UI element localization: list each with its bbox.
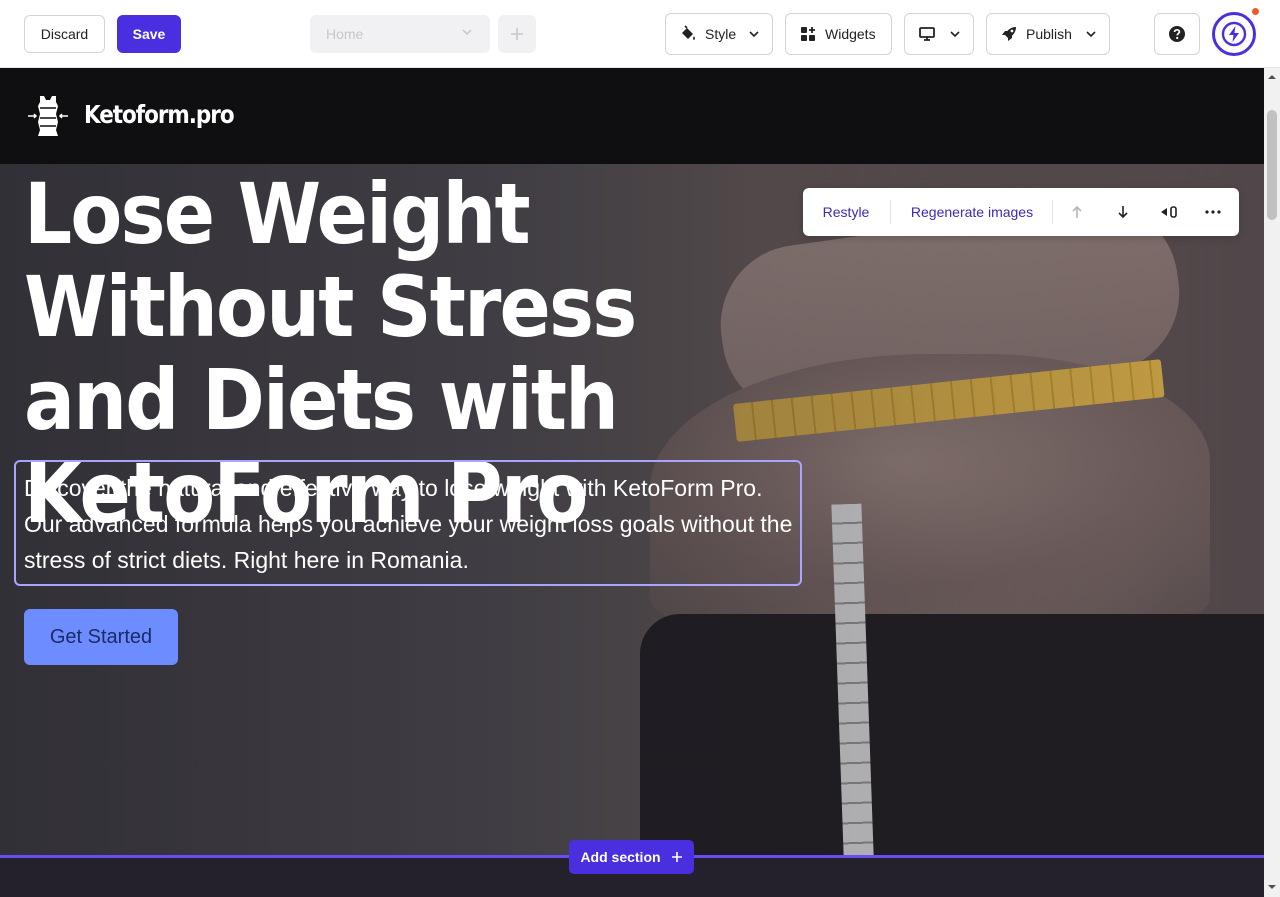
more-options-button[interactable] — [1195, 188, 1231, 236]
add-section-label: Add section — [580, 849, 661, 865]
save-button[interactable]: Save — [117, 15, 181, 53]
scrollbar-thumb[interactable] — [1267, 110, 1277, 220]
publish-label: Publish — [1026, 26, 1072, 42]
notification-dot — [1250, 6, 1261, 17]
move-section-up-button[interactable] — [1059, 188, 1095, 236]
site-canvas: Ketoform.pro Lose Weight Without Stress … — [0, 68, 1264, 897]
paint-bucket-icon — [682, 25, 695, 40]
editor-toolbar: Discard Save Home Style Widgets Publish — [0, 0, 1280, 68]
logo-icon — [28, 96, 68, 136]
device-preview-button[interactable] — [904, 13, 974, 55]
chevron-down-icon — [950, 31, 960, 38]
more-icon — [1205, 210, 1221, 214]
style-button[interactable]: Style — [665, 13, 773, 55]
page-select-value: Home — [326, 26, 364, 42]
toggle-section-button[interactable] — [1149, 188, 1189, 236]
help-button[interactable] — [1154, 13, 1200, 55]
style-label: Style — [705, 26, 737, 42]
widgets-label: Widgets — [825, 26, 876, 42]
hero-section[interactable]: Lose Weight Without Stress and Diets wit… — [0, 164, 1264, 857]
ai-assistant-button[interactable] — [1212, 12, 1256, 56]
restyle-button[interactable]: Restyle — [803, 188, 889, 236]
hero-description[interactable]: Discover the natural and effective way t… — [24, 470, 799, 578]
plus-icon — [671, 852, 682, 862]
toolbar-divider — [1052, 200, 1053, 224]
desktop-icon — [919, 27, 935, 41]
scroll-down-icon[interactable] — [1268, 883, 1276, 891]
help-icon — [1169, 26, 1185, 42]
lightning-icon — [1221, 21, 1247, 47]
discard-button[interactable]: Discard — [24, 15, 105, 53]
scroll-up-icon[interactable] — [1268, 73, 1276, 81]
rocket-icon — [1002, 27, 1016, 41]
widgets-button[interactable]: Widgets — [785, 13, 892, 55]
add-page-button[interactable] — [498, 15, 536, 53]
hide-icon — [1161, 206, 1177, 218]
get-started-button[interactable]: Get Started — [24, 609, 178, 665]
move-section-down-button[interactable] — [1105, 188, 1141, 236]
page-select[interactable]: Home — [310, 15, 490, 53]
chevron-down-icon — [749, 31, 759, 38]
site-logo-text[interactable]: Ketoform.pro — [84, 100, 235, 129]
publish-button[interactable]: Publish — [986, 13, 1110, 55]
site-header[interactable]: Ketoform.pro — [0, 68, 1264, 164]
plus-icon — [511, 28, 523, 40]
add-section-button[interactable]: Add section — [569, 840, 694, 874]
widgets-icon — [801, 27, 815, 41]
regenerate-images-button[interactable]: Regenerate images — [891, 188, 1053, 236]
chevron-down-icon — [1086, 31, 1096, 38]
arrow-up-icon — [1072, 205, 1082, 218]
canvas-scrollbar[interactable] — [1264, 68, 1280, 897]
section-toolbar: Restyle Regenerate images — [803, 188, 1239, 236]
chevron-down-icon — [462, 29, 472, 36]
arrow-down-icon — [1118, 206, 1128, 219]
